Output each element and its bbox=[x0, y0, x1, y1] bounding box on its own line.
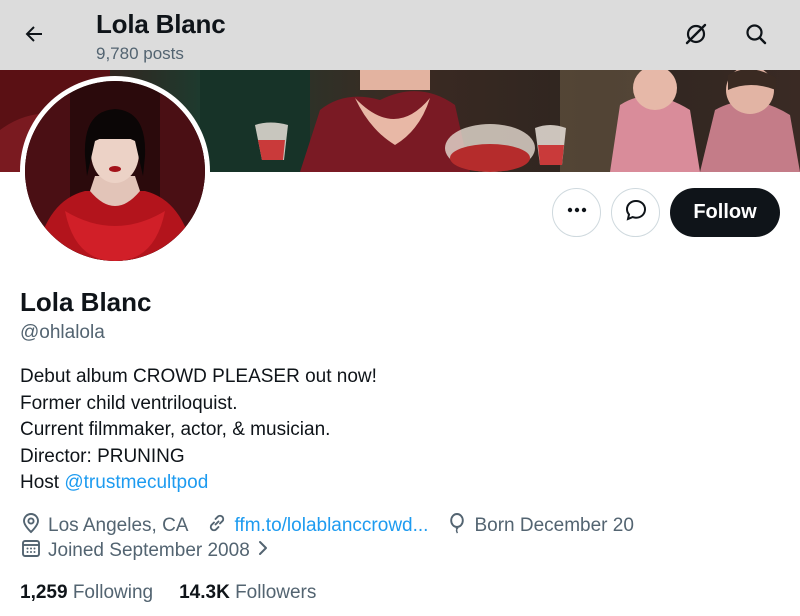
back-button[interactable] bbox=[14, 16, 54, 56]
location-icon bbox=[20, 512, 48, 540]
bio-line: Director: PRUNING bbox=[20, 445, 185, 467]
arrow-left-icon bbox=[22, 22, 46, 51]
birthday-text: Born December 20 bbox=[474, 515, 634, 536]
following-label: Following bbox=[72, 582, 154, 603]
bio-line: Former child ventriloquist. bbox=[20, 392, 238, 414]
search-button[interactable] bbox=[736, 16, 776, 56]
follow-button[interactable]: Follow bbox=[670, 188, 780, 237]
grok-button[interactable] bbox=[676, 16, 716, 56]
chevron-right-icon bbox=[256, 539, 276, 563]
profile-handle: @ohlalola bbox=[20, 322, 105, 343]
more-icon bbox=[566, 199, 588, 226]
joined-row[interactable]: Joined September 2008 bbox=[20, 538, 294, 564]
calendar-icon bbox=[20, 537, 48, 565]
search-icon bbox=[744, 22, 768, 51]
profile-bio: Debut album CROWD PLEASER out now! Forme… bbox=[20, 364, 377, 497]
grok-icon bbox=[683, 21, 709, 52]
link-icon bbox=[206, 512, 234, 540]
followers-count: 14.3K bbox=[179, 582, 230, 603]
website-link[interactable]: ffm.to/lolablanccrowd... bbox=[234, 515, 428, 537]
birthday-item: Born December 20 bbox=[446, 512, 634, 540]
followers-label: Followers bbox=[235, 582, 317, 603]
profile-meta: Los Angeles, CA ffm.to/lolablanccrowd...… bbox=[20, 513, 652, 539]
post-count: 9,780 posts bbox=[96, 44, 184, 63]
bio-line-host: Host @trustmecultpod bbox=[20, 470, 377, 497]
joined-text: Joined September 2008 bbox=[48, 540, 250, 561]
header-title: Lola Blanc bbox=[96, 9, 226, 39]
bio-line: Debut album CROWD PLEASER out now! bbox=[20, 366, 377, 387]
bio-mention-link[interactable]: @trustmecultpod bbox=[64, 472, 208, 493]
following-count: 1,259 bbox=[20, 582, 68, 603]
bio-line: Current filmmaker, actor, & musician. bbox=[20, 419, 331, 440]
follow-stats: 1,259 Following 14.3K Followers bbox=[20, 580, 342, 606]
balloon-icon bbox=[446, 512, 474, 540]
bio-host-prefix: Host bbox=[20, 472, 65, 493]
following-stat[interactable]: 1,259 Following bbox=[20, 580, 153, 606]
profile-avatar[interactable] bbox=[20, 76, 210, 266]
followers-stat[interactable]: 14.3K Followers bbox=[179, 580, 316, 606]
message-button[interactable] bbox=[611, 188, 660, 237]
profile-header: Lola Blanc 9,780 posts bbox=[0, 0, 800, 70]
joined-item[interactable]: Joined September 2008 bbox=[20, 537, 276, 565]
profile-name: Lola Blanc bbox=[20, 287, 152, 317]
location-text: Los Angeles, CA bbox=[48, 515, 189, 536]
message-icon bbox=[624, 198, 648, 227]
website-item: ffm.to/lolablanccrowd... bbox=[206, 512, 428, 540]
location-item: Los Angeles, CA bbox=[20, 512, 188, 540]
more-button[interactable] bbox=[552, 188, 601, 237]
